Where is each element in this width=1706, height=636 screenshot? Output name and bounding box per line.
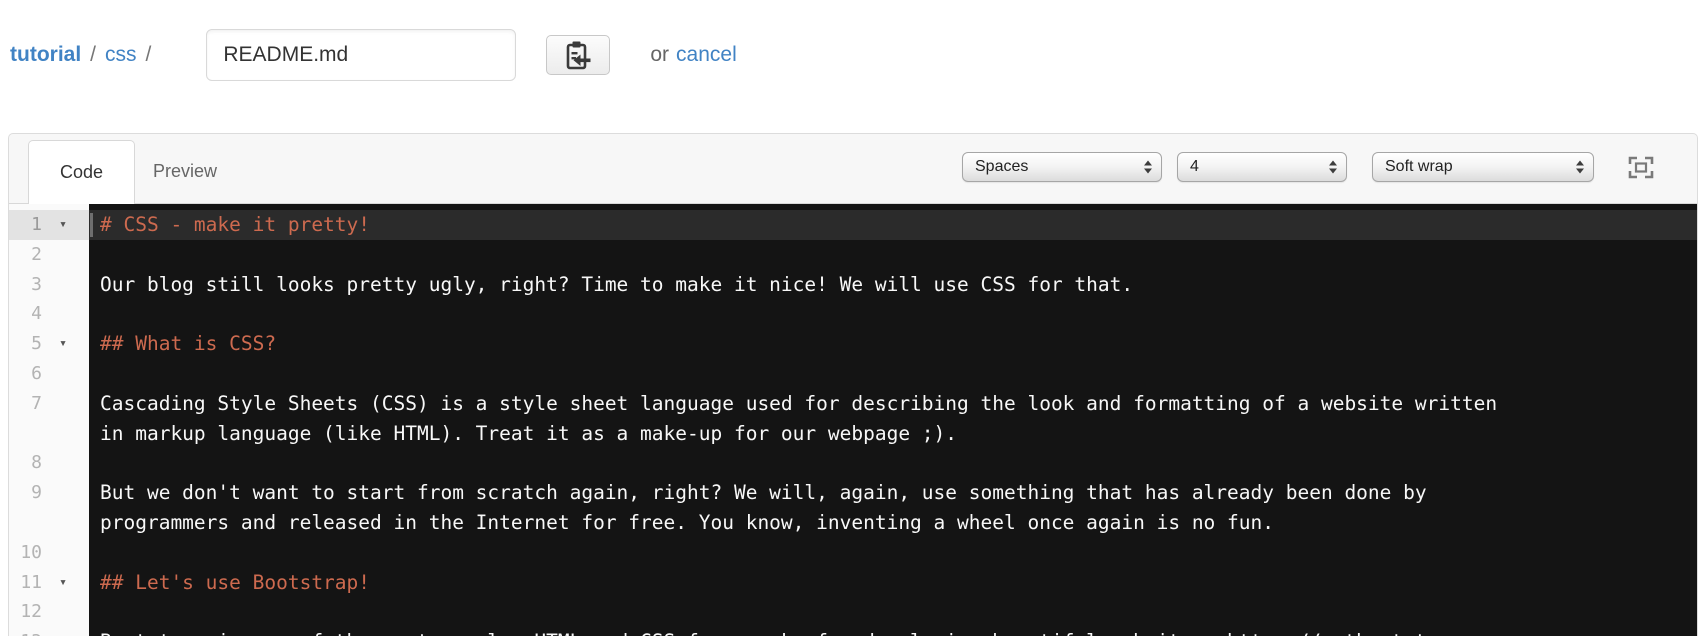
gutter-cell: 1 ▾ (9, 210, 89, 240)
indent-size-select[interactable]: 4 (1177, 152, 1347, 182)
gutter-cell: 12 (9, 597, 89, 627)
clipboard-paste-icon (567, 41, 591, 70)
code-text[interactable] (89, 448, 1512, 478)
line-number: 3 (31, 273, 42, 295)
code-text[interactable]: # CSS - make it pretty! (89, 210, 1512, 240)
up-down-stepper-icon (1576, 160, 1584, 174)
gutter-cell: 9 (9, 478, 89, 538)
line-number: 6 (31, 362, 42, 384)
indent-mode-value: Spaces (975, 158, 1029, 175)
code-line[interactable]: 12 (9, 597, 1697, 627)
code-line[interactable]: 6 (9, 359, 1697, 389)
code-line[interactable]: 3 Our blog still looks pretty ugly, righ… (9, 270, 1697, 300)
breadcrumb: tutorial / css / or cancel (10, 0, 737, 110)
code-content[interactable]: 1 ▾ # CSS - make it pretty! 2 3 Our blog … (9, 204, 1697, 636)
gutter-cell: 2 (9, 240, 89, 270)
tab-preview[interactable]: Preview (137, 140, 233, 203)
code-line[interactable]: 11 ▾ ## Let's use Bootstrap! (9, 568, 1697, 598)
code-text[interactable]: ## What is CSS? (89, 329, 1512, 359)
line-number: 2 (31, 243, 42, 265)
breadcrumb-repo-link[interactable]: tutorial (10, 43, 81, 67)
or-text: or (650, 43, 670, 66)
line-number: 12 (20, 601, 42, 623)
fold-chevron-down-icon[interactable]: ▾ (59, 329, 67, 359)
line-number: 4 (31, 303, 42, 325)
gutter-cell: 13 (9, 627, 89, 636)
gutter-cell: 3 (9, 270, 89, 300)
line-number: 7 (31, 392, 42, 414)
gutter-cell: 5 ▾ (9, 329, 89, 359)
code-text[interactable] (89, 597, 1512, 627)
line-number: 5 (31, 333, 42, 355)
line-number: 1 (31, 214, 42, 235)
wrap-mode-select[interactable]: Soft wrap (1372, 152, 1594, 182)
breadcrumb-separator: / (145, 43, 152, 66)
code-text[interactable]: Cascading Style Sheets (CSS) is a style … (89, 389, 1512, 449)
code-line[interactable]: 10 (9, 538, 1697, 568)
editor-header: Code Preview Spaces 4 Soft wrap (9, 134, 1697, 204)
code-line[interactable]: 13 Bootstrap is one of the most popular … (9, 627, 1697, 636)
breadcrumb-separator: / (90, 43, 97, 66)
tab-code[interactable]: Code (28, 140, 135, 204)
code-line[interactable]: 4 (9, 299, 1697, 329)
gutter-cell: 7 (9, 389, 89, 449)
code-line[interactable]: 2 (9, 240, 1697, 270)
code-text[interactable]: ## Let's use Bootstrap! (89, 568, 1512, 598)
code-text[interactable] (89, 538, 1512, 568)
text-cursor (90, 213, 93, 237)
line-number: 13 (20, 631, 42, 636)
gutter-cell: 6 (9, 359, 89, 389)
code-line[interactable]: 1 ▾ # CSS - make it pretty! (9, 210, 1697, 240)
filename-input[interactable] (206, 29, 517, 81)
code-text[interactable] (89, 359, 1512, 389)
code-line[interactable]: 9 But we don't want to start from scratc… (9, 478, 1697, 538)
indent-size-value: 4 (1190, 158, 1199, 175)
copy-filename-button[interactable] (546, 35, 611, 75)
line-number: 9 (31, 482, 42, 504)
code-text[interactable] (89, 240, 1512, 270)
breadcrumb-folder-link[interactable]: css (105, 43, 137, 67)
code-text[interactable]: But we don't want to start from scratch … (89, 478, 1512, 538)
gutter-cell: 10 (9, 538, 89, 568)
gutter-cell: 11 ▾ (9, 568, 89, 598)
fold-chevron-down-icon[interactable]: ▾ (59, 568, 67, 598)
indent-mode-select[interactable]: Spaces (962, 152, 1162, 182)
code-line[interactable]: 5 ▾ ## What is CSS? (9, 329, 1697, 359)
wrap-mode-value: Soft wrap (1385, 158, 1453, 175)
fold-chevron-down-icon[interactable]: ▾ (59, 210, 67, 240)
code-line[interactable]: 8 (9, 448, 1697, 478)
code-text[interactable] (89, 299, 1512, 329)
gutter-cell: 8 (9, 448, 89, 478)
code-line[interactable]: 7 Cascading Style Sheets (CSS) is a styl… (9, 389, 1697, 449)
up-down-stepper-icon (1329, 160, 1337, 174)
gutter-cell: 4 (9, 299, 89, 329)
screen-full-icon (1628, 156, 1654, 178)
line-number: 8 (31, 452, 42, 474)
line-number: 11 (20, 571, 42, 593)
code-text[interactable]: Bootstrap is one of the most popular HTM… (89, 627, 1512, 636)
code-text[interactable]: Our blog still looks pretty ugly, right?… (89, 270, 1512, 300)
fullscreen-button[interactable] (1625, 153, 1657, 181)
cancel-link[interactable]: cancel (676, 43, 737, 67)
code-editor[interactable]: 1 ▾ # CSS - make it pretty! 2 3 Our blog … (9, 203, 1697, 636)
file-editor-panel: Code Preview Spaces 4 Soft wrap 1 ▾ # CS… (8, 133, 1698, 636)
line-number: 10 (20, 541, 42, 563)
up-down-stepper-icon (1144, 160, 1152, 174)
